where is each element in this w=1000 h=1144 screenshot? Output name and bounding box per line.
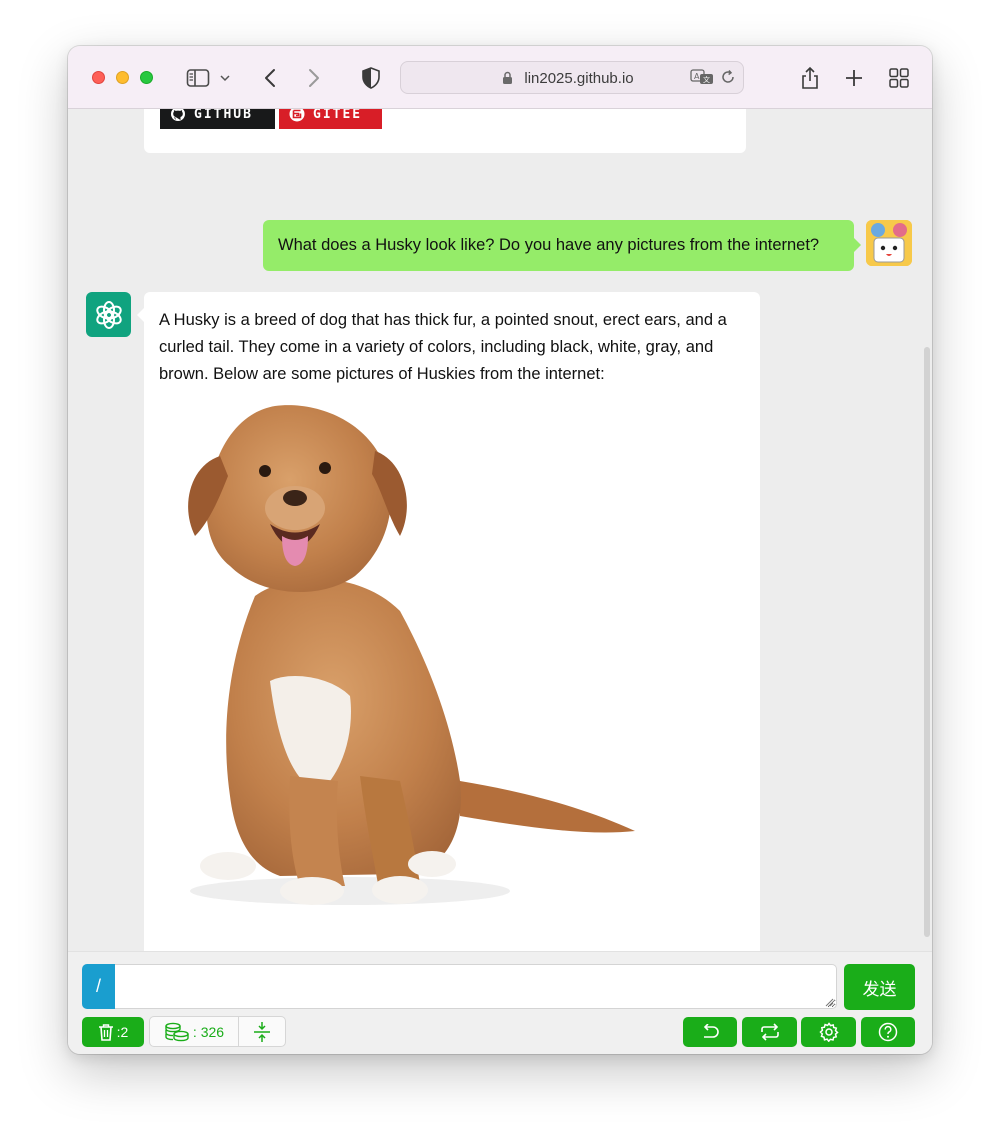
shield-icon[interactable]	[357, 64, 385, 92]
sidebar-icon[interactable]	[184, 64, 212, 92]
compress-button[interactable]	[239, 1017, 285, 1046]
token-counter: : 326	[150, 1017, 239, 1046]
assistant-message-bubble: A Husky is a breed of dog that has thick…	[137, 292, 760, 951]
gitee-badge-label: GITEE	[313, 109, 363, 122]
token-status-group: : 326	[149, 1016, 286, 1047]
resize-grip-icon[interactable]	[825, 998, 834, 1007]
help-icon	[878, 1022, 898, 1042]
translate-icon[interactable]: A文	[689, 63, 715, 91]
github-badge-label: GITHUB	[194, 109, 253, 122]
svg-text:文: 文	[703, 75, 710, 84]
svg-text:A: A	[694, 72, 700, 81]
address-bar[interactable]: lin2025.github.io A文	[400, 61, 744, 94]
reload-icon[interactable]	[717, 63, 739, 91]
settings-icon	[818, 1022, 839, 1042]
dog-photo[interactable]	[160, 396, 660, 926]
gitee-icon	[289, 109, 305, 122]
compress-icon	[254, 1021, 270, 1042]
regenerate-button[interactable]	[742, 1017, 797, 1047]
previous-assistant-message: GITHUB GITEE	[144, 109, 746, 153]
chat-area[interactable]: GITHUB GITEE What does a Husky look like…	[68, 109, 932, 951]
chevron-down-icon[interactable]	[216, 64, 234, 92]
send-button[interactable]: 发送	[844, 964, 915, 1010]
clear-count: :2	[116, 1024, 129, 1040]
undo-button[interactable]	[683, 1017, 737, 1047]
input-area: / 发送 :2 : 326	[68, 951, 932, 1054]
new-tab-icon[interactable]	[840, 64, 868, 92]
back-icon[interactable]	[256, 64, 284, 92]
forward-icon[interactable]	[300, 64, 328, 92]
openai-logo-icon	[95, 300, 122, 329]
help-button[interactable]	[861, 1017, 915, 1047]
command-button[interactable]: /	[82, 964, 115, 1009]
tab-overview-icon[interactable]	[885, 64, 913, 92]
browser-window: lin2025.github.io A文 GITHUB GITEE What d…	[68, 46, 932, 1054]
github-badge[interactable]: GITHUB	[160, 109, 275, 129]
message-input[interactable]	[115, 964, 837, 1009]
share-icon[interactable]	[796, 64, 824, 92]
minimize-window-button[interactable]	[116, 71, 129, 84]
settings-button[interactable]	[801, 1017, 856, 1047]
coins-icon	[165, 1022, 189, 1041]
browser-toolbar: lin2025.github.io A文	[68, 46, 932, 109]
zoom-window-button[interactable]	[140, 71, 153, 84]
token-count: : 326	[192, 1023, 225, 1040]
user-message-bubble: What does a Husky look like? Do you have…	[263, 220, 861, 271]
clear-history-button[interactable]: :2	[82, 1017, 144, 1047]
undo-icon	[703, 1024, 719, 1038]
gitee-badge[interactable]: GITEE	[279, 109, 382, 129]
assistant-avatar	[86, 292, 131, 337]
close-window-button[interactable]	[92, 71, 105, 84]
github-icon	[171, 109, 185, 121]
regenerate-icon	[760, 1023, 779, 1041]
trash-icon	[98, 1024, 113, 1041]
assistant-message-text: A Husky is a breed of dog that has thick…	[159, 311, 727, 383]
user-avatar	[866, 220, 912, 266]
chat-scrollbar[interactable]	[924, 347, 930, 937]
